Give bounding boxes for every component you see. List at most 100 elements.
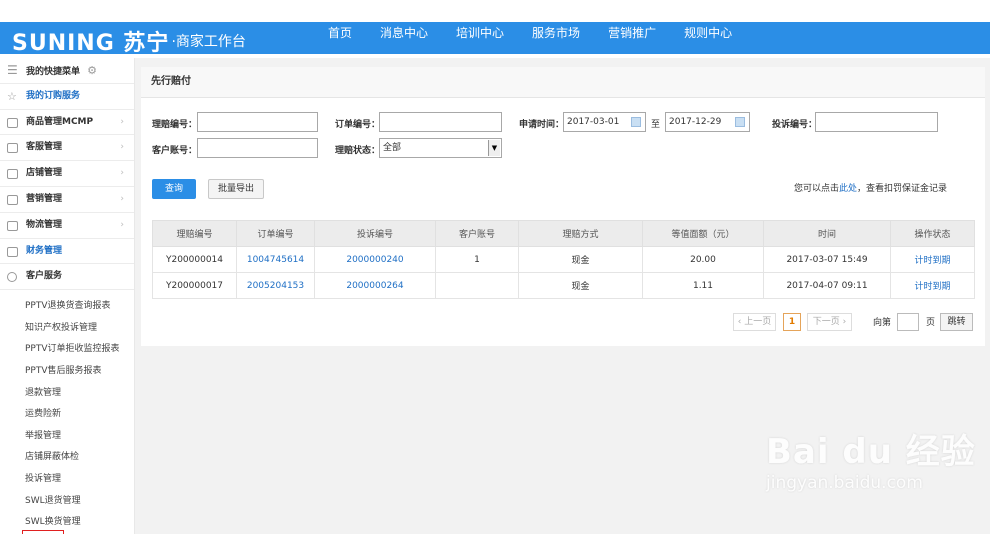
deposit-record-link[interactable]: 此处 bbox=[839, 184, 857, 194]
suning-logo[interactable]: SUNING 苏宁 ·商家工作台 bbox=[12, 25, 246, 57]
sidebar-item-label: 物流管理 bbox=[26, 219, 63, 230]
sidebar-quick-menu[interactable]: ☰ 我的快捷菜单 ⚙ bbox=[0, 58, 134, 84]
sidebar-item-products[interactable]: 商品管理MCMP › bbox=[0, 110, 134, 136]
gift-icon bbox=[7, 194, 18, 205]
sidebar-item-logistics[interactable]: 物流管理 › bbox=[0, 213, 134, 239]
claim-status-value: 全部 bbox=[383, 143, 402, 153]
sub-item-ip-complaints[interactable]: 知识产权投诉管理 bbox=[0, 318, 134, 340]
sidebar-item-label: 营销管理 bbox=[26, 193, 63, 204]
chevron-right-icon: › bbox=[120, 193, 124, 204]
nav-messages[interactable]: 消息中心 bbox=[380, 22, 428, 44]
cell-time: 2017-03-07 15:49 bbox=[763, 246, 891, 273]
goto-suffix: 页 bbox=[926, 318, 936, 328]
sub-item-pptv-return-report[interactable]: PPTV退换货查询报表 bbox=[0, 296, 134, 318]
cell-complaint-link[interactable]: 2000000240 bbox=[314, 246, 436, 273]
chevron-right-icon: › bbox=[120, 219, 124, 230]
cell-amount: 1.11 bbox=[642, 272, 764, 299]
prev-page-button[interactable]: ‹ 上一页 bbox=[733, 313, 776, 331]
cell-action-link[interactable]: 计时到期 bbox=[890, 272, 975, 299]
nav-training[interactable]: 培训中心 bbox=[456, 22, 504, 44]
date-to-input[interactable]: 2017-12-29 bbox=[665, 112, 750, 132]
chevron-down-icon[interactable]: ▼ bbox=[488, 140, 500, 156]
customer-account-label: 客户账号： bbox=[152, 146, 198, 156]
deposit-hint: 您可以点击此处，查看扣罚保证金记录 bbox=[794, 181, 947, 194]
highlight-marker bbox=[22, 530, 64, 534]
sidebar-item-customer-service-mgmt[interactable]: 客服管理 › bbox=[0, 135, 134, 162]
top-nav: 首页 消息中心 培训中心 服务市场 营销推广 规则中心 bbox=[328, 22, 760, 44]
cell-complaint-link[interactable]: 2000000264 bbox=[314, 272, 436, 299]
cell-time: 2017-04-07 09:11 bbox=[763, 272, 891, 299]
sidebar-item-subscriptions[interactable]: ☆ 我的订购服务 bbox=[0, 84, 134, 110]
sub-item-pptv-aftersales-report[interactable]: PPTV售后服务报表 bbox=[0, 361, 134, 383]
cell-claim-no: Y200000014 bbox=[152, 246, 237, 273]
col-header-time: 时间 bbox=[763, 220, 891, 247]
truck-icon bbox=[7, 220, 18, 231]
sidebar-item-store[interactable]: 店铺管理 › bbox=[0, 161, 134, 187]
sidebar-item-label: 客服管理 bbox=[26, 142, 63, 153]
next-page-label: 下一页 bbox=[812, 317, 840, 327]
nav-home[interactable]: 首页 bbox=[328, 22, 352, 44]
sidebar-item-marketing[interactable]: 营销管理 › bbox=[0, 187, 134, 213]
nav-service-market[interactable]: 服务市场 bbox=[532, 22, 580, 44]
nav-marketing[interactable]: 营销推广 bbox=[608, 22, 656, 44]
cell-action-link[interactable]: 计时到期 bbox=[890, 246, 975, 273]
sidebar-item-label: 财务管理 bbox=[26, 245, 63, 256]
main-content: 先行赔付 理赔编号： 订单编号： 申请时间： 2017-03-01 至 2017… bbox=[135, 58, 990, 534]
sidebar-item-finance[interactable]: 财务管理 bbox=[0, 239, 134, 265]
top-header: SUNING 苏宁 ·商家工作台 首页 消息中心 培训中心 服务市场 营销推广 规… bbox=[0, 22, 990, 57]
goto-page-input[interactable] bbox=[897, 313, 919, 331]
col-header-complaint-no: 投诉编号 bbox=[314, 220, 436, 247]
sub-item-swl-returns[interactable]: SWL退货管理 bbox=[0, 491, 134, 513]
brand-subtitle: ·商家工作台 bbox=[171, 34, 246, 50]
finance-icon bbox=[7, 246, 18, 257]
hint-prefix: 您可以点击 bbox=[794, 184, 840, 194]
col-header-method: 理赔方式 bbox=[518, 220, 643, 247]
claim-status-select[interactable]: 全部 ▼ bbox=[379, 138, 502, 158]
chevron-right-icon: › bbox=[839, 317, 847, 327]
col-header-claim-no: 理赔编号 bbox=[152, 220, 237, 247]
claim-no-input[interactable] bbox=[197, 112, 318, 132]
sub-item-shipping-insurance[interactable]: 运费险新 bbox=[0, 404, 134, 426]
chevron-right-icon: › bbox=[120, 142, 124, 153]
date-to-value: 2017-12-29 bbox=[669, 117, 722, 127]
next-page-button[interactable]: 下一页 › bbox=[807, 313, 852, 331]
sidebar-item-label: 客户服务 bbox=[26, 271, 63, 282]
sub-item-pptv-rejection-report[interactable]: PPTV订单拒收监控报表 bbox=[0, 339, 134, 361]
cell-order-link[interactable]: 1004745614 bbox=[236, 246, 315, 273]
claims-panel: 先行赔付 理赔编号： 订单编号： 申请时间： 2017-03-01 至 2017… bbox=[141, 67, 985, 346]
sub-item-refunds[interactable]: 退款管理 bbox=[0, 383, 134, 405]
sidebar-item-label: 我的订购服务 bbox=[26, 90, 81, 101]
col-header-action: 操作状态 bbox=[890, 220, 975, 247]
current-page[interactable]: 1 bbox=[783, 313, 801, 331]
star-icon: ☆ bbox=[7, 89, 17, 103]
gear-icon[interactable]: ⚙ bbox=[87, 64, 97, 77]
sub-item-store-block-check[interactable]: 店铺屏蔽体检 bbox=[0, 447, 134, 469]
watermark-url: jingyan.baidu.com bbox=[766, 473, 923, 493]
table-row: Y200000017 2005204153 2000000264 现金 1.11… bbox=[152, 272, 975, 299]
complaint-no-input[interactable] bbox=[815, 112, 938, 132]
query-button[interactable]: 查询 bbox=[152, 179, 196, 199]
order-no-input[interactable] bbox=[379, 112, 502, 132]
calendar-icon[interactable] bbox=[631, 117, 641, 127]
sidebar-item-customer-service[interactable]: 客户服务 bbox=[0, 264, 134, 291]
date-range-separator: 至 bbox=[651, 120, 661, 130]
sub-item-complaints[interactable]: 投诉管理 bbox=[0, 469, 134, 491]
customer-account-input[interactable] bbox=[197, 138, 318, 158]
bulk-export-button[interactable]: 批量导出 bbox=[208, 179, 264, 199]
cell-order-link[interactable]: 2005204153 bbox=[236, 272, 315, 299]
watermark-logo: Bai du 经验 bbox=[766, 432, 976, 472]
table-header-row: 理赔编号 订单编号 投诉编号 客户账号 理赔方式 等值面额（元） 时间 操作状态 bbox=[152, 220, 975, 247]
hint-suffix: ，查看扣罚保证金记录 bbox=[857, 184, 948, 194]
claim-no-label: 理赔编号： bbox=[152, 120, 198, 130]
order-no-label: 订单编号： bbox=[335, 120, 381, 130]
cell-claim-no: Y200000017 bbox=[152, 272, 237, 299]
nav-rules[interactable]: 规则中心 bbox=[684, 22, 732, 44]
brand-name: SUNING 苏宁 bbox=[12, 31, 170, 56]
calendar-icon[interactable] bbox=[735, 117, 745, 127]
sub-item-swl-exchanges[interactable]: SWL换货管理 bbox=[0, 512, 134, 534]
col-header-amount: 等值面额（元） bbox=[642, 220, 764, 247]
goto-button[interactable]: 跳转 bbox=[940, 313, 973, 331]
date-from-input[interactable]: 2017-03-01 bbox=[563, 112, 646, 132]
sidebar-item-label: 店铺管理 bbox=[26, 168, 63, 179]
sub-item-reports[interactable]: 举报管理 bbox=[0, 426, 134, 448]
